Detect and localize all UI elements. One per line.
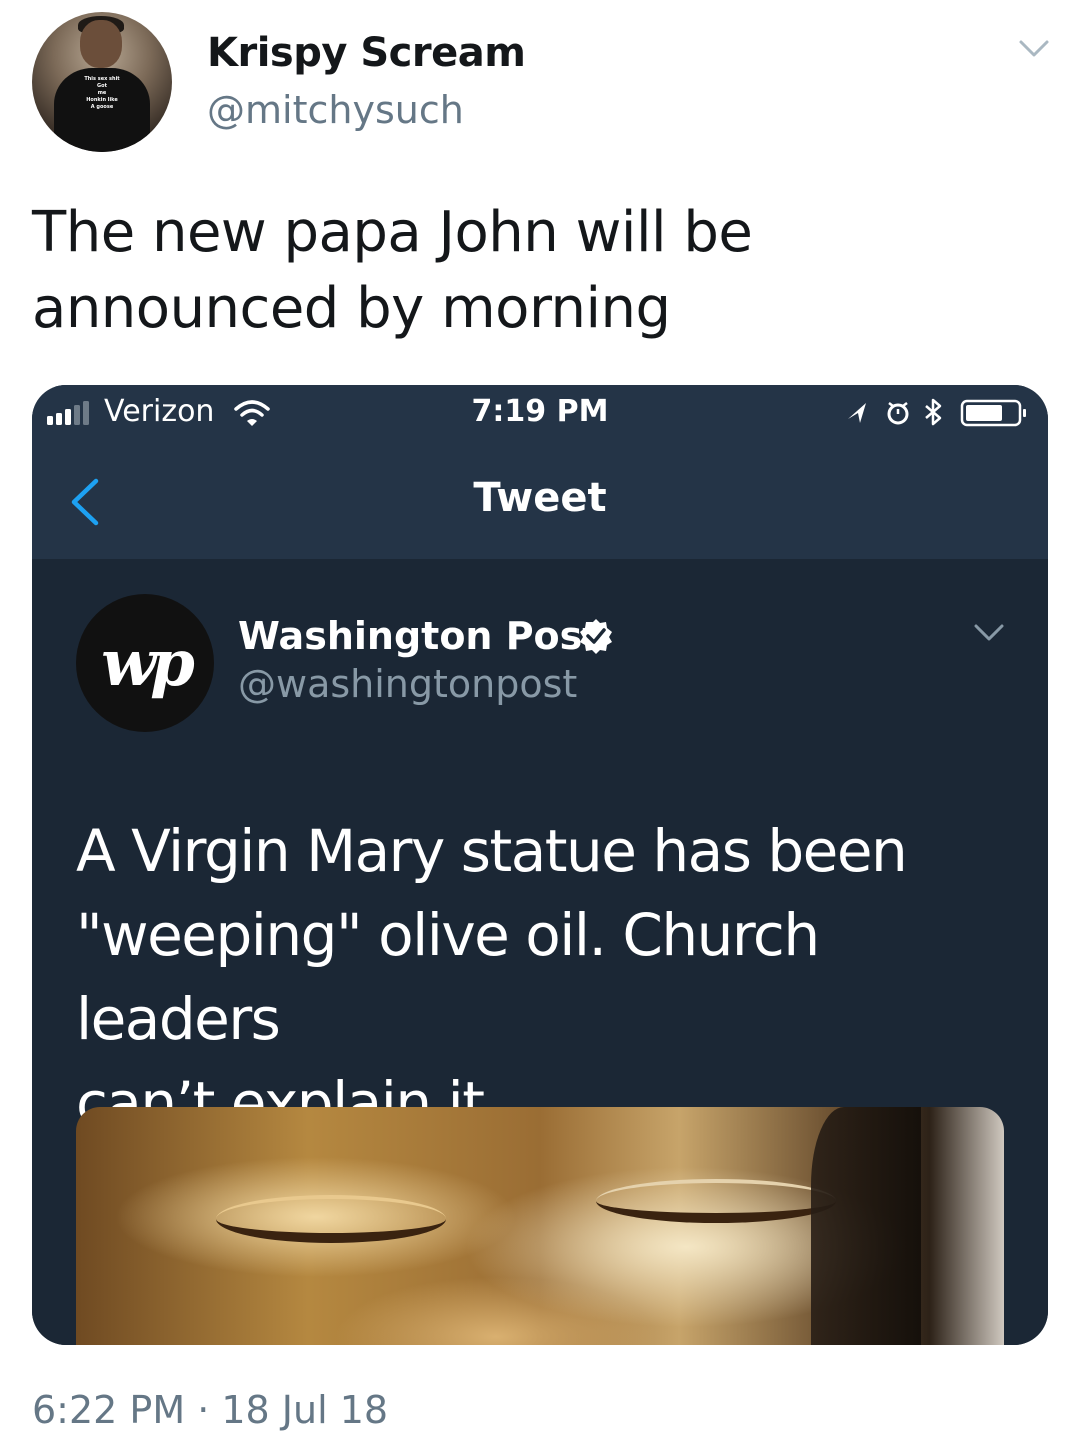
avatar-face xyxy=(80,20,122,68)
shirt-text-line: Got xyxy=(97,83,107,89)
avatar[interactable]: This sex shit Got me Honkin like A goose xyxy=(32,12,172,152)
author-handle[interactable]: @mitchysuch xyxy=(207,88,464,132)
author-display-name[interactable]: Krispy Scream xyxy=(207,30,526,76)
status-icons xyxy=(842,397,1042,433)
verified-badge-icon xyxy=(577,617,615,659)
nav-title: Tweet xyxy=(473,475,607,521)
location-icon xyxy=(848,403,866,423)
shirt-text-line: me xyxy=(97,90,107,96)
status-bar: Verizon 7:19 PM xyxy=(32,385,1048,441)
quoted-handle[interactable]: @washingtonpost xyxy=(238,662,577,706)
statue-photo[interactable] xyxy=(76,1107,1004,1345)
nav-bar: Tweet xyxy=(32,441,1048,559)
statue-eye xyxy=(596,1179,836,1223)
shirt-text-line: A goose xyxy=(90,104,114,110)
tweet-timestamp[interactable]: 6:22 PM · 18 Jul 18 xyxy=(32,1388,388,1432)
tweet-text-line: announced by morning xyxy=(32,276,671,341)
tweet-text-line: The new papa John will be xyxy=(32,200,753,265)
tweet-text: The new papa John will be announced by m… xyxy=(32,195,1032,347)
shirt-text-line: This sex shit xyxy=(84,76,120,82)
embedded-screenshot[interactable]: Verizon 7:19 PM Tweet wp Washington Post… xyxy=(32,385,1048,1345)
quoted-tweet-text: A Virgin Mary statue has been "weeping" … xyxy=(76,809,996,1145)
shirt-text-line: Honkin like xyxy=(86,97,118,103)
tweet-header: This sex shit Got me Honkin like A goose… xyxy=(0,0,1080,180)
quoted-text-line: "weeping" olive oil. Church leaders xyxy=(76,901,820,1053)
quoted-tweet[interactable]: wp Washington Post @washingtonpost A Vir… xyxy=(32,559,1048,1345)
battery-icon xyxy=(960,399,1026,427)
avatar-shirt-text: This sex shit Got me Honkin like A goose xyxy=(76,76,128,111)
chevron-down-icon[interactable] xyxy=(972,621,1006,649)
washington-post-logo[interactable]: wp xyxy=(76,594,214,732)
alarm-icon xyxy=(887,402,909,425)
statue-veil xyxy=(811,1107,921,1345)
statue-eye xyxy=(216,1195,446,1243)
quoted-text-line: A Virgin Mary statue has been xyxy=(76,817,908,885)
chevron-down-icon[interactable] xyxy=(1016,30,1052,66)
bluetooth-icon xyxy=(925,398,942,426)
quoted-display-name[interactable]: Washington Post xyxy=(238,614,600,658)
